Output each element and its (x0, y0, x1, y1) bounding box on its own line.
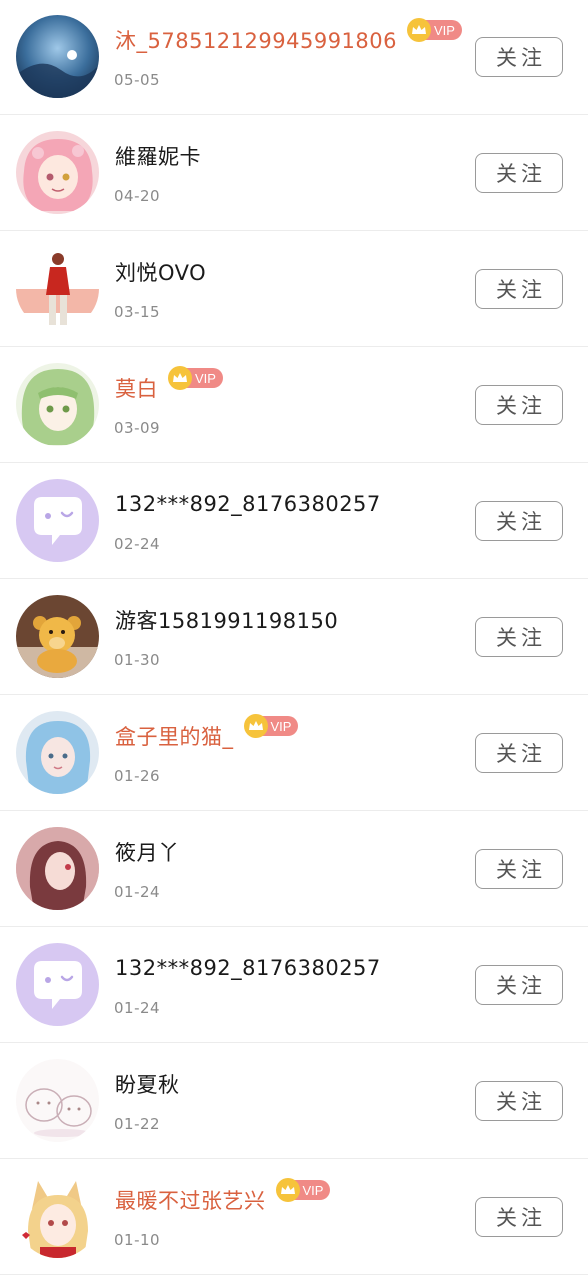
follow-date: 02-24 (114, 535, 161, 553)
user-row[interactable]: 筱月丫 01-24 关注 (0, 812, 588, 927)
follow-button[interactable]: 关注 (475, 617, 563, 657)
user-name[interactable]: 沐_578512129945991806 (115, 25, 397, 55)
name-line: 筱月丫 (115, 834, 180, 870)
user-row[interactable]: 盒子里的猫_ VIP 01-26 关注 (0, 696, 588, 811)
follow-button[interactable]: 关注 (475, 501, 563, 541)
name-line: 盒子里的猫_ VIP (115, 714, 299, 754)
vip-badge: VIP (243, 714, 299, 738)
vip-label: VIP (195, 370, 216, 386)
user-name[interactable]: 盒子里的猫_ (115, 721, 234, 751)
follow-button[interactable]: 关注 (475, 733, 563, 773)
follow-date: 01-30 (114, 651, 161, 669)
avatar[interactable] (16, 15, 99, 98)
user-name[interactable]: 莫白 (115, 373, 158, 403)
name-line: 132***892_8176380257 (115, 950, 381, 986)
user-row[interactable]: 維羅妮卡 04-20 关注 (0, 116, 588, 231)
name-line: 最暖不过张艺兴 VIP (115, 1178, 331, 1218)
user-name[interactable]: 游客1581991198150 (115, 605, 338, 635)
follow-date: 01-26 (114, 767, 161, 785)
follow-date: 03-15 (114, 303, 161, 321)
user-row[interactable]: 132***892_8176380257 01-24 关注 (0, 928, 588, 1043)
follow-button[interactable]: 关注 (475, 153, 563, 193)
crown-icon (168, 366, 192, 390)
user-name[interactable]: 132***892_8176380257 (115, 492, 381, 516)
crown-icon (275, 1178, 300, 1202)
user-row[interactable]: 沐_578512129945991806 VIP 05-05 关注 (0, 0, 588, 115)
crown-icon (243, 714, 268, 738)
follow-button[interactable]: 关注 (475, 269, 563, 309)
avatar[interactable] (16, 827, 99, 910)
follow-date: 01-24 (114, 999, 161, 1017)
vip-badge: VIP (275, 1178, 331, 1202)
vip-label: VIP (270, 718, 292, 734)
follow-button[interactable]: 关注 (475, 37, 563, 77)
user-row[interactable]: 最暖不过张艺兴 VIP 01-10 关注 (0, 1160, 588, 1275)
follow-button[interactable]: 关注 (475, 1197, 563, 1237)
user-name[interactable]: 盼夏秋 (115, 1069, 180, 1099)
follow-date: 01-22 (114, 1115, 161, 1133)
user-row[interactable]: 刘悦OVO 03-15 关注 (0, 232, 588, 347)
avatar[interactable] (16, 943, 99, 1026)
follow-date: 01-10 (114, 1231, 161, 1249)
user-row[interactable]: 132***892_8176380257 02-24 关注 (0, 464, 588, 579)
avatar[interactable] (16, 363, 99, 446)
avatar[interactable] (16, 1059, 99, 1142)
user-name[interactable]: 最暖不过张艺兴 (115, 1185, 266, 1215)
user-name[interactable]: 刘悦OVO (115, 257, 206, 287)
name-line: 刘悦OVO (115, 254, 206, 290)
avatar[interactable] (16, 131, 99, 214)
avatar[interactable] (16, 595, 99, 678)
follow-date: 01-24 (114, 883, 161, 901)
user-name[interactable]: 筱月丫 (115, 837, 180, 867)
user-row[interactable]: 莫白 VIP 03-09 关注 (0, 348, 588, 463)
user-name[interactable]: 132***892_8176380257 (115, 956, 381, 980)
user-row[interactable]: 游客1581991198150 01-30 关注 (0, 580, 588, 695)
avatar[interactable] (16, 711, 99, 794)
avatar[interactable] (16, 1175, 99, 1258)
follow-button[interactable]: 关注 (475, 965, 563, 1005)
user-row[interactable]: 盼夏秋 01-22 关注 (0, 1044, 588, 1159)
follow-button[interactable]: 关注 (475, 849, 563, 889)
name-line: 盼夏秋 (115, 1066, 180, 1102)
vip-label: VIP (302, 1182, 324, 1198)
name-line: 莫白 VIP (115, 366, 223, 406)
avatar[interactable] (16, 247, 99, 330)
follow-date: 05-05 (114, 71, 161, 89)
name-line: 維羅妮卡 (115, 138, 201, 174)
name-line: 游客1581991198150 (115, 602, 338, 638)
crown-icon (407, 18, 431, 42)
follow-date: 03-09 (114, 419, 161, 437)
vip-badge: VIP (168, 366, 223, 390)
vip-label: VIP (434, 22, 455, 38)
follow-date: 04-20 (114, 187, 161, 205)
follow-button[interactable]: 关注 (475, 385, 563, 425)
user-name[interactable]: 維羅妮卡 (115, 141, 201, 171)
follower-list: 沐_578512129945991806 VIP 05-05 关注 維羅妮卡 04-20… (0, 0, 588, 1280)
avatar[interactable] (16, 479, 99, 562)
vip-badge: VIP (407, 18, 462, 42)
follow-button[interactable]: 关注 (475, 1081, 563, 1121)
name-line: 沐_578512129945991806 VIP (115, 18, 462, 58)
name-line: 132***892_8176380257 (115, 486, 381, 522)
